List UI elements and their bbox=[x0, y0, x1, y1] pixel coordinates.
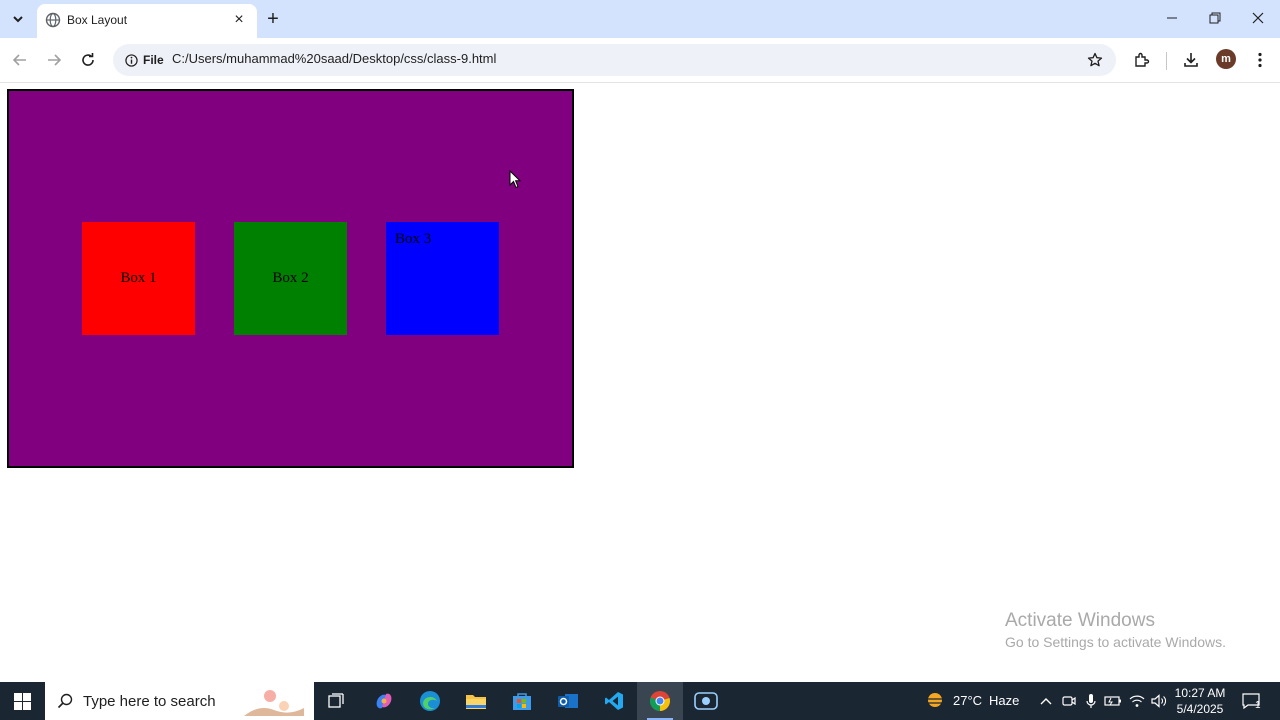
taskbar-clock[interactable]: 10:27 AM 5/4/2025 bbox=[1172, 685, 1228, 717]
back-button[interactable] bbox=[6, 46, 34, 74]
chrome-icon bbox=[649, 691, 670, 712]
minimize-icon bbox=[1167, 17, 1177, 19]
activate-windows-subtitle: Go to Settings to activate Windows. bbox=[1005, 634, 1226, 650]
restore-button[interactable] bbox=[1193, 4, 1237, 32]
site-chip-label: File bbox=[143, 53, 164, 67]
battery-icon[interactable] bbox=[1104, 692, 1122, 710]
task-view-button[interactable] bbox=[314, 682, 360, 720]
bookmark-star-icon[interactable] bbox=[1084, 49, 1106, 71]
close-icon bbox=[1252, 12, 1264, 24]
clock-date: 5/4/2025 bbox=[1176, 702, 1224, 716]
search-highlight-icon bbox=[244, 690, 304, 716]
browser-menu-button[interactable] bbox=[1246, 46, 1274, 74]
downloads-button[interactable] bbox=[1177, 46, 1205, 74]
box-3-label: Box 3 bbox=[395, 231, 432, 247]
more-vertical-icon bbox=[1258, 52, 1262, 68]
volume-icon[interactable] bbox=[1150, 692, 1168, 710]
taskbar-search-placeholder: Type here to search bbox=[83, 692, 216, 710]
taskbar-file-explorer[interactable] bbox=[453, 682, 499, 720]
taskbar-recorder[interactable] bbox=[683, 682, 729, 720]
windows-logo-icon bbox=[13, 692, 31, 710]
microphone-icon[interactable] bbox=[1082, 692, 1100, 710]
restore-icon bbox=[1209, 12, 1221, 24]
search-icon bbox=[57, 693, 73, 709]
taskbar-edge[interactable] bbox=[407, 682, 453, 720]
folder-icon bbox=[466, 695, 486, 709]
taskbar: Type here to search 27°C Haze 10:27 AM 5… bbox=[0, 682, 1280, 720]
box-container: Box 1 Box 2 Box 3 bbox=[7, 89, 574, 468]
tab-strip: Box Layout × + bbox=[0, 0, 1280, 38]
taskbar-copilot[interactable] bbox=[361, 682, 407, 720]
browser-toolbar: File C:/Users/muhammad%20saad/Desktop/cs… bbox=[0, 38, 1280, 83]
site-info-chip[interactable]: File bbox=[119, 48, 170, 72]
puzzle-icon bbox=[1135, 52, 1150, 67]
tab-active[interactable]: Box Layout × bbox=[37, 4, 257, 38]
edge-icon bbox=[420, 691, 440, 711]
outlook-icon bbox=[558, 694, 578, 708]
box-1-label: Box 1 bbox=[120, 270, 157, 286]
extensions-button[interactable] bbox=[1128, 46, 1156, 74]
copilot-icon bbox=[376, 693, 392, 709]
vscode-icon bbox=[605, 692, 623, 710]
box-2: Box 2 bbox=[234, 222, 347, 335]
chevron-down-icon bbox=[13, 16, 23, 23]
globe-icon bbox=[45, 12, 61, 28]
wifi-icon[interactable] bbox=[1128, 692, 1146, 710]
activate-windows-title: Activate Windows bbox=[1005, 610, 1155, 631]
minimize-button[interactable] bbox=[1150, 4, 1194, 32]
new-tab-button[interactable]: + bbox=[262, 8, 284, 30]
start-button[interactable] bbox=[0, 682, 44, 720]
address-bar[interactable]: File C:/Users/muhammad%20saad/Desktop/cs… bbox=[113, 44, 1116, 76]
reload-button[interactable] bbox=[74, 46, 102, 74]
taskbar-vscode[interactable] bbox=[591, 682, 637, 720]
store-icon bbox=[513, 693, 531, 710]
tray-overflow-chevron-icon[interactable] bbox=[1037, 692, 1055, 710]
close-window-button[interactable] bbox=[1236, 4, 1280, 32]
taskbar-chrome[interactable] bbox=[637, 682, 683, 720]
box-3: Box 3 bbox=[386, 222, 499, 335]
task-view-icon bbox=[328, 693, 344, 708]
activate-windows-watermark: Activate Windows Go to Settings to activ… bbox=[1005, 610, 1226, 650]
close-tab-icon[interactable]: × bbox=[229, 10, 249, 30]
toolbar-separator bbox=[1166, 52, 1167, 70]
forward-button[interactable] bbox=[40, 46, 68, 74]
reload-icon bbox=[82, 53, 94, 66]
weather-haze-icon bbox=[926, 693, 944, 707]
info-icon bbox=[125, 53, 138, 67]
profile-avatar[interactable]: m bbox=[1216, 49, 1236, 69]
arrow-left-icon bbox=[12, 54, 26, 66]
tab-title: Box Layout bbox=[67, 13, 128, 27]
notification-count-badge: 1 bbox=[1255, 700, 1261, 711]
clock-time: 10:27 AM bbox=[1174, 686, 1226, 700]
weather-temperature[interactable]: 27°C bbox=[953, 693, 982, 708]
arrow-right-icon bbox=[48, 54, 62, 66]
taskbar-outlook[interactable] bbox=[545, 682, 591, 720]
download-icon bbox=[1184, 53, 1198, 67]
taskbar-search-box[interactable]: Type here to search bbox=[45, 682, 314, 720]
url-text[interactable]: C:/Users/muhammad%20saad/Desktop/css/cla… bbox=[172, 51, 496, 66]
weather-condition[interactable]: Haze bbox=[989, 693, 1019, 708]
box-1: Box 1 bbox=[82, 222, 195, 335]
tab-search-button[interactable] bbox=[6, 8, 30, 30]
box-2-label: Box 2 bbox=[272, 270, 309, 286]
page-viewport: Box 1 Box 2 Box 3 Activate Windows Go to… bbox=[0, 83, 1280, 682]
meet-now-icon[interactable] bbox=[1060, 692, 1078, 710]
screen-recorder-icon bbox=[694, 692, 718, 710]
taskbar-store[interactable] bbox=[499, 682, 545, 720]
mouse-pointer-icon bbox=[509, 170, 521, 189]
